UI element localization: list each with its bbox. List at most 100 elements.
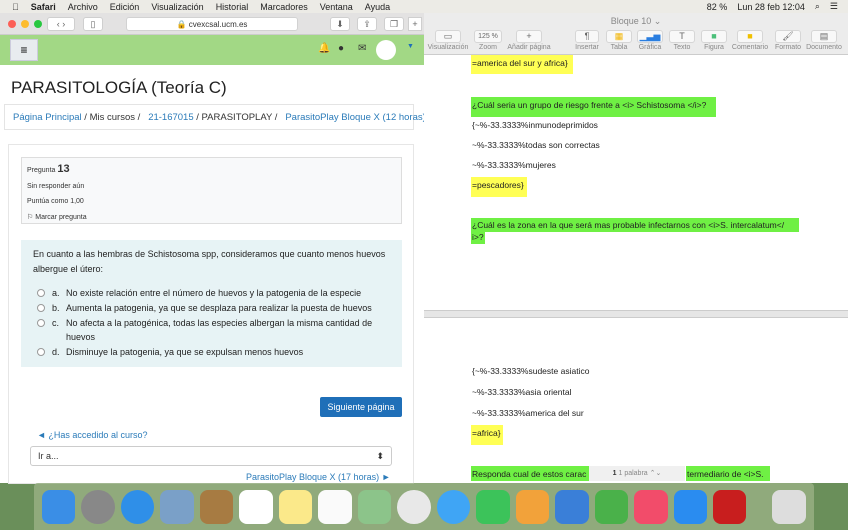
- reminders-icon[interactable]: [318, 489, 352, 524]
- menu-bar:  Safari Archivo Edición Visualización H…: [0, 0, 848, 13]
- caret-down-icon[interactable]: ▼: [407, 43, 414, 50]
- clock[interactable]: Lun 28 feb 12:04: [737, 2, 805, 12]
- tabs-icon[interactable]: ❐: [384, 17, 404, 31]
- shape-button[interactable]: ■ Figura: [699, 30, 729, 51]
- question-label: Pregunta: [27, 167, 56, 174]
- download-icon[interactable]: ⬇: [330, 17, 350, 31]
- apple-icon[interactable]: : [12, 2, 19, 12]
- next-activity-link[interactable]: ParasitoPlay Bloque X (17 horas) ►: [246, 472, 390, 482]
- document-title[interactable]: Bloque 10: [611, 16, 652, 26]
- doc-line[interactable]: i>?: [471, 232, 485, 244]
- music-icon[interactable]: [634, 489, 668, 524]
- add-page-button[interactable]: + Añadir página: [506, 30, 552, 51]
- menu-marcadores[interactable]: Marcadores: [260, 2, 308, 12]
- doc-line[interactable]: ~%-33.3333%todas son correctas: [471, 137, 601, 153]
- word-count-popup[interactable]: 1 1 palabra ⌃⌄: [589, 466, 685, 481]
- breadcrumb-parasitoplay: PARASITOPLAY: [201, 112, 273, 123]
- radio-c[interactable]: [37, 319, 45, 327]
- pages-app-icon[interactable]: [515, 489, 550, 524]
- flag-question-link[interactable]: ⚐ Marcar pregunta: [27, 210, 396, 226]
- mail-app-icon[interactable]: [160, 489, 194, 524]
- photos-icon[interactable]: [397, 489, 431, 524]
- prev-activity-link[interactable]: ◄ ¿Has accedido al curso?: [37, 430, 147, 440]
- url-field[interactable]: 🔒 cvexcsal.ucm.es: [126, 17, 298, 31]
- mail-icon[interactable]: ✉: [358, 43, 366, 54]
- numbers-icon[interactable]: [594, 489, 629, 524]
- insert-button[interactable]: ¶ Insertar: [572, 30, 602, 51]
- share-icon[interactable]: ⇪: [357, 17, 377, 31]
- acrobat-icon[interactable]: [712, 489, 747, 524]
- menu-ventana[interactable]: Ventana: [320, 2, 353, 12]
- doc-line[interactable]: =pescadores}: [471, 177, 527, 197]
- doc-line[interactable]: ~%-33.3333%asia oriental: [471, 384, 572, 400]
- new-tab-icon[interactable]: +: [408, 17, 422, 31]
- trash-icon[interactable]: [772, 489, 806, 524]
- chat-icon[interactable]: ●: [338, 43, 344, 54]
- doc-line[interactable]: ¿Cuál seria un grupo de riesgo frente a …: [471, 97, 716, 117]
- sidebar-icon[interactable]: ▯: [83, 17, 103, 31]
- toolbar-label: Visualización: [427, 44, 469, 51]
- menu-historial[interactable]: Historial: [216, 2, 249, 12]
- doc-line[interactable]: =africa}: [471, 425, 503, 445]
- calendar-icon[interactable]: [239, 489, 273, 524]
- menu-toggle-button[interactable]: ≡: [10, 39, 38, 61]
- doc-line[interactable]: =america del sur y africa}: [471, 55, 573, 74]
- list-icon[interactable]: ☰: [830, 1, 838, 12]
- view-button[interactable]: ▭ Visualización: [425, 30, 471, 51]
- menu-visualizacion[interactable]: Visualización: [151, 2, 203, 12]
- contacts-icon[interactable]: [199, 489, 234, 524]
- avatar[interactable]: [376, 40, 396, 60]
- messages-icon[interactable]: [436, 489, 471, 524]
- keynote-icon[interactable]: [555, 489, 589, 524]
- toolbar-label: Añadir página: [507, 44, 551, 51]
- menu-edicion[interactable]: Edición: [110, 2, 140, 12]
- doc-line[interactable]: {~%-33.3333%sudeste asiatico: [471, 363, 590, 379]
- menu-app[interactable]: Safari: [31, 2, 56, 12]
- maps-icon[interactable]: [357, 489, 392, 524]
- doc-line[interactable]: termediario de <i>S.: [686, 466, 770, 481]
- app-store-icon[interactable]: [673, 489, 707, 524]
- safari-icon[interactable]: [120, 489, 155, 524]
- breadcrumb-bloque[interactable]: ParasitoPlay Bloque X (12 horas): [285, 112, 425, 123]
- comment-button[interactable]: ■ Comentario: [730, 30, 770, 51]
- breadcrumb-home[interactable]: Página Principal: [13, 112, 82, 123]
- zoom-icon[interactable]: [34, 20, 42, 28]
- menu-archivo[interactable]: Archivo: [68, 2, 98, 12]
- battery-status[interactable]: 82 %: [707, 2, 728, 12]
- notes-icon[interactable]: [278, 489, 313, 524]
- radio-b[interactable]: [37, 304, 45, 312]
- doc-line[interactable]: {~%-33.3333%inmunodeprimidos: [471, 117, 599, 133]
- close-icon[interactable]: [8, 20, 16, 28]
- doc-line[interactable]: ¿Cuál es la zona en la que será mas prob…: [471, 218, 799, 232]
- question-body: En cuanto a las hembras de Schistosoma s…: [21, 240, 402, 367]
- option-d[interactable]: d. Disminuye la patogenia, ya que se expu…: [37, 345, 390, 359]
- bell-icon[interactable]: 🔔: [318, 43, 330, 54]
- format-button[interactable]: 🖌 Formato: [772, 30, 804, 51]
- menu-ayuda[interactable]: Ayuda: [365, 2, 390, 12]
- zoom-value: 125 %: [474, 30, 502, 43]
- next-page-button[interactable]: Siguiente página: [320, 397, 402, 417]
- document-button[interactable]: ▤ Documento: [804, 30, 844, 51]
- text-button[interactable]: T Texto: [668, 30, 696, 51]
- back-forward-button[interactable]: ‹ ›: [47, 17, 75, 31]
- facetime-icon[interactable]: [476, 489, 510, 524]
- doc-line[interactable]: Responda cual de estos carac: [471, 466, 591, 481]
- option-c[interactable]: c. No afecta a la patogénica, todas las e…: [37, 316, 390, 344]
- zoom-button[interactable]: 125 % Zoom: [473, 30, 503, 51]
- minimize-icon[interactable]: [21, 20, 29, 28]
- launchpad-icon[interactable]: [81, 489, 115, 524]
- radio-a[interactable]: [37, 289, 45, 297]
- chart-button[interactable]: ▁▃▅ Gráfica: [635, 30, 665, 51]
- breadcrumb-mis-cursos: Mis cursos: [89, 112, 135, 123]
- table-button[interactable]: ▦ Tabla: [604, 30, 634, 51]
- option-b[interactable]: b. Aumenta la patogenia, ya que se despla…: [37, 301, 390, 315]
- spotlight-icon[interactable]: ⌕: [815, 1, 820, 12]
- breadcrumb-course[interactable]: 21-167015: [148, 112, 193, 123]
- doc-line[interactable]: ~%-33.3333%america del sur: [471, 405, 585, 421]
- option-a[interactable]: a. No existe relación entre el número de …: [37, 286, 390, 300]
- jump-to-select[interactable]: Ir a... ⬍: [30, 446, 392, 466]
- option-text: No existe relación entre el número de hu…: [66, 288, 362, 298]
- radio-d[interactable]: [37, 348, 45, 356]
- finder-icon[interactable]: [42, 489, 76, 524]
- doc-line[interactable]: ~%-33.3333%mujeres: [471, 157, 557, 173]
